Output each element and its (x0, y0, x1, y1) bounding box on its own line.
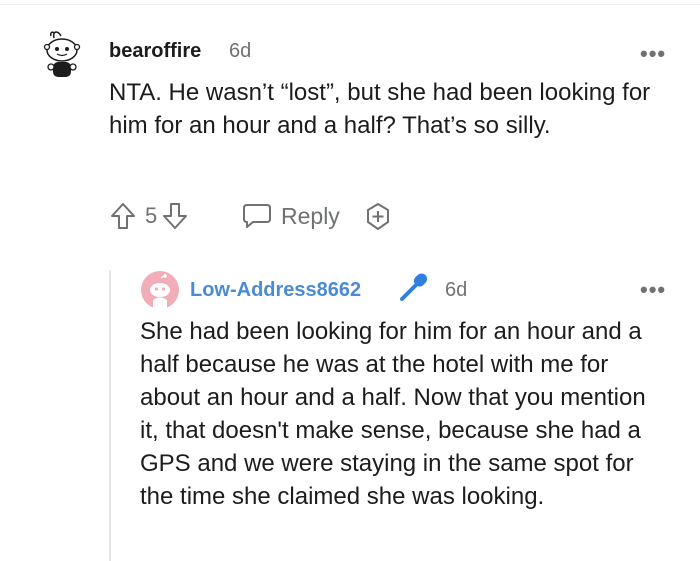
thread-line[interactable] (109, 270, 111, 561)
downvote-icon[interactable] (161, 201, 189, 231)
award-add-icon (367, 203, 389, 230)
microphone-badge (397, 270, 431, 304)
reply-body: She had been looking for him for an hour… (140, 318, 646, 510)
reply-username[interactable]: Low-Address8662 (190, 279, 361, 302)
reply-more-options-icon[interactable]: ••• (640, 277, 666, 303)
avatar[interactable] (34, 26, 90, 82)
upvote-icon[interactable] (109, 201, 137, 231)
reply-avatar[interactable] (140, 270, 180, 310)
comment-time: 6d (229, 40, 252, 62)
award-button[interactable] (362, 201, 394, 233)
snoo-avatar-icon (43, 31, 81, 77)
more-options-icon[interactable]: ••• (640, 41, 666, 67)
vote-bar: 5 (109, 199, 189, 233)
comment-bubble-icon (243, 204, 271, 228)
comment-username[interactable]: bearoffire (109, 40, 201, 63)
comment-body: NTA. He wasn’t “lost”, but she had been … (109, 79, 651, 139)
snoo-avatar-pink-icon (141, 271, 179, 309)
reply-time: 6d (445, 279, 468, 301)
top-divider (0, 0, 700, 5)
microphone-icon (400, 273, 428, 301)
reply-label: Reply (281, 202, 340, 229)
vote-count: 5 (145, 203, 158, 228)
reply-button[interactable]: Reply (241, 199, 340, 233)
